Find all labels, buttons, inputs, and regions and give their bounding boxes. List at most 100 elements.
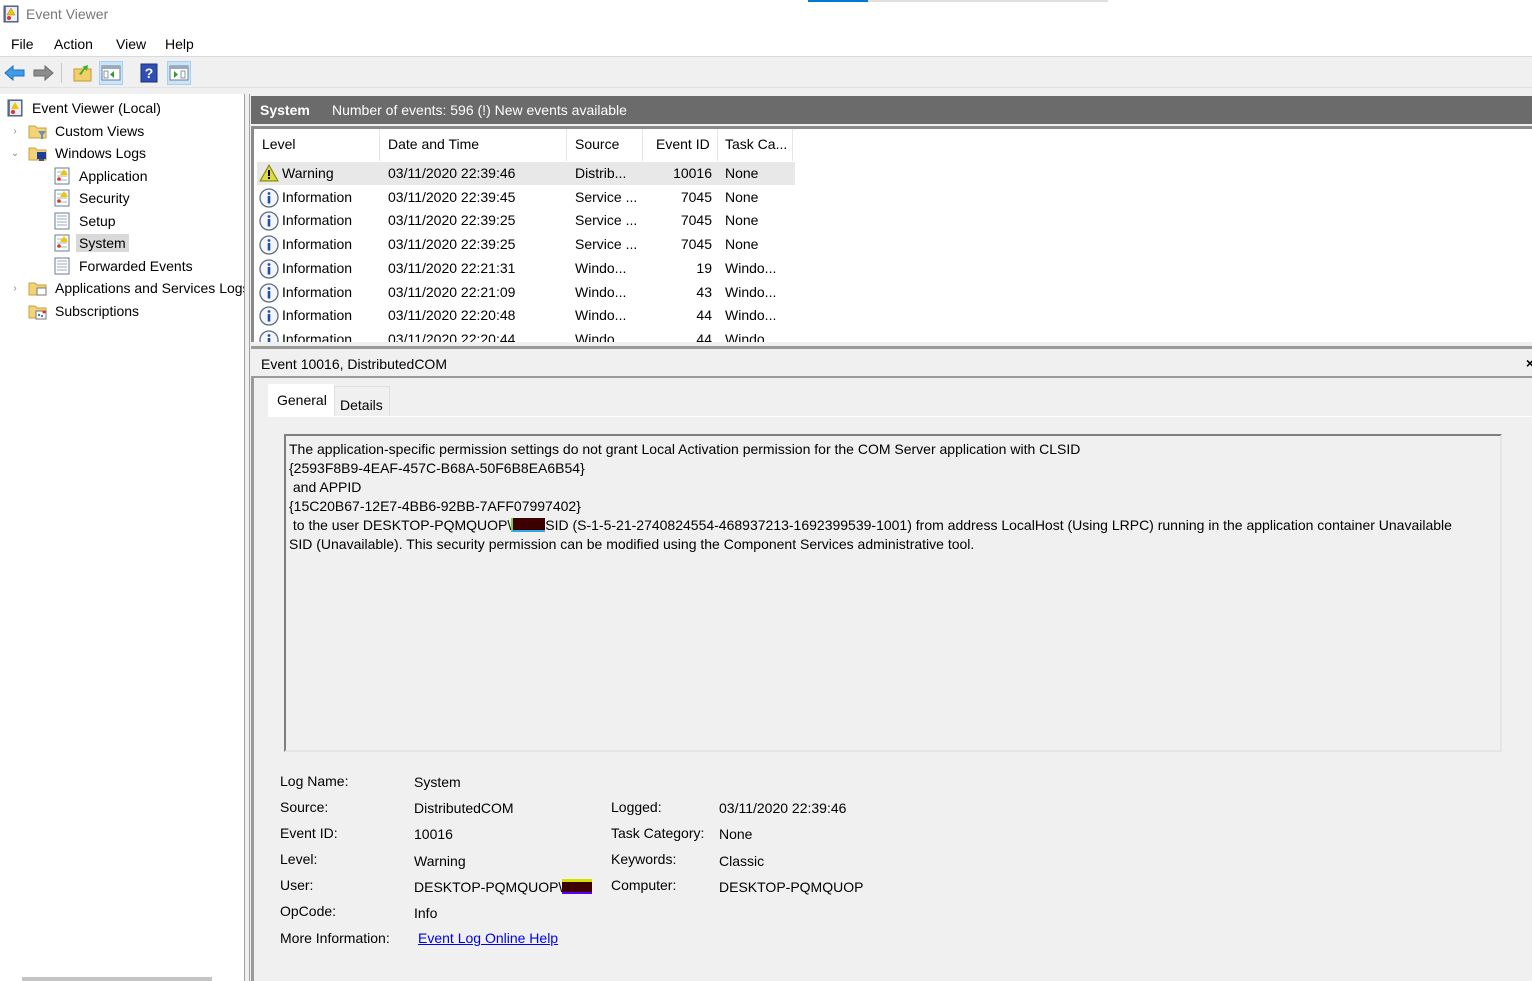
logged-label: Logged:: [611, 799, 662, 815]
column-header-task-category[interactable]: Task Ca...: [725, 136, 787, 152]
tree-item-event-viewer-local[interactable]: Event Viewer (Local): [6, 97, 164, 119]
back-button[interactable]: [3, 61, 27, 85]
tree-item-subscriptions[interactable]: Subscriptions: [10, 300, 142, 322]
open-saved-log-button[interactable]: [71, 61, 95, 85]
event-task-category: Windo...: [725, 330, 777, 342]
menu-help[interactable]: Help: [165, 36, 194, 52]
tree-item-setup[interactable]: Setup: [53, 210, 119, 232]
tree-item-label: Windows Logs: [55, 145, 147, 161]
custom-views-folder-icon: [28, 125, 47, 139]
event-row[interactable]: Information 03/11/2020 22:20:48 Windo... 44…: [257, 304, 795, 327]
event-level: Information: [282, 212, 353, 229]
event-row[interactable]: Information 03/11/2020 22:21:31 Windo... 19…: [257, 257, 795, 280]
column-header-event-id[interactable]: Event ID: [656, 136, 710, 152]
event-row[interactable]: Warning 03/11/2020 22:39:46 Distrib... 1001…: [257, 162, 795, 185]
event-detail-title: Event 10016, DistributedCOM: [261, 356, 447, 372]
information-icon: [259, 282, 279, 303]
event-id: 7045: [680, 236, 712, 253]
menu-view[interactable]: View: [116, 36, 146, 52]
event-level: Information: [282, 283, 353, 300]
expand-chevron-icon[interactable]: ›: [10, 126, 20, 137]
pane-splitter[interactable]: [246, 94, 250, 981]
redacted-username: [511, 518, 546, 532]
forward-button[interactable]: [31, 61, 55, 85]
expand-chevron-icon[interactable]: ›: [10, 283, 20, 294]
source-value: DistributedCOM: [414, 800, 514, 816]
subscriptions-folder-icon: [28, 305, 47, 320]
event-viewer-icon: [7, 99, 23, 117]
tree-item-security[interactable]: Security: [53, 187, 133, 209]
tree-item-application[interactable]: Application: [53, 165, 151, 187]
event-date-time: 03/11/2020 22:39:46: [388, 165, 516, 181]
event-list: Level Date and Time Source Event ID Task…: [251, 126, 1532, 342]
tree-horizontal-scrollbar[interactable]: [22, 977, 212, 981]
tree-item-windows-logs[interactable]: ⌄ Windows Logs: [10, 142, 149, 164]
event-id: 7045: [680, 188, 712, 205]
show-hide-console-tree-button[interactable]: [99, 61, 123, 85]
column-divider[interactable]: [717, 129, 718, 161]
description-user-suffix: SID (S-1-5-21-2740824554-468937213-16923…: [545, 517, 1452, 533]
column-divider[interactable]: [792, 129, 793, 161]
event-id: 10016: [673, 165, 712, 181]
event-source: Distrib...: [575, 165, 627, 181]
log-name-label: Log Name:: [280, 773, 349, 789]
event-date-time: 03/11/2020 22:39:45: [388, 188, 516, 205]
tree-item-label: Forwarded Events: [79, 258, 193, 274]
toolbar-separator: [61, 63, 62, 83]
column-divider[interactable]: [642, 129, 643, 161]
column-header-date-time[interactable]: Date and Time: [388, 136, 479, 152]
log-icon: [54, 257, 70, 275]
event-source: Windo...: [575, 283, 627, 300]
show-hide-action-pane-button[interactable]: [167, 61, 191, 85]
tree-item-label: System: [76, 234, 129, 252]
event-description[interactable]: The application-specific permission sett…: [284, 434, 1502, 752]
event-viewer-app-icon: [3, 5, 19, 23]
event-row[interactable]: Information 03/11/2020 22:39:25 Service ..…: [257, 233, 795, 256]
event-count-status: Number of events: 596 (!) New events ava…: [332, 102, 627, 118]
tree-item-system[interactable]: System: [50, 232, 129, 254]
event-row[interactable]: Information 03/11/2020 22:20:44 Windo... 44…: [257, 328, 795, 342]
event-row[interactable]: Information 03/11/2020 22:39:25 Service ..…: [257, 209, 795, 232]
event-level: Information: [282, 330, 353, 342]
tree-item-label: Application: [79, 168, 148, 184]
description-line: and APPID: [289, 479, 362, 495]
tree-item-forwarded-events[interactable]: Forwarded Events: [53, 255, 196, 277]
event-date-time: 03/11/2020 22:21:09: [388, 283, 516, 300]
event-row[interactable]: Information 03/11/2020 22:21:09 Windo... 43…: [257, 281, 795, 304]
help-button[interactable]: ?: [137, 61, 161, 85]
log-warning-icon: [54, 167, 70, 185]
computer-value: DESKTOP-PQMQUOP: [719, 879, 864, 895]
tree-item-applications-and-services-logs[interactable]: › Applications and Services Logs: [10, 277, 244, 299]
collapse-chevron-icon[interactable]: ⌄: [10, 148, 20, 159]
column-divider[interactable]: [566, 129, 567, 161]
description-line: SID (Unavailable). This security permiss…: [289, 536, 975, 552]
event-row[interactable]: Information 03/11/2020 22:39:45 Service ..…: [257, 186, 795, 209]
information-icon: [259, 211, 279, 232]
tree-item-label: Security: [79, 190, 130, 206]
tree-item-label: Setup: [79, 213, 116, 229]
open-folder-icon: [73, 65, 92, 82]
event-log-online-help-link[interactable]: Event Log Online Help: [418, 930, 558, 946]
tab-general[interactable]: General: [268, 384, 334, 416]
event-id-value: 10016: [414, 826, 453, 842]
log-icon: [54, 212, 70, 230]
event-level: Information: [282, 188, 353, 205]
tab-details[interactable]: Details: [334, 386, 390, 416]
event-detail-header: Event 10016, DistributedCOM ×: [251, 346, 1532, 378]
user-value-text: DESKTOP-PQMQUOP\: [414, 879, 563, 895]
help-icon: ?: [140, 63, 158, 83]
menu-action[interactable]: Action: [54, 36, 93, 52]
event-task-category: None: [725, 165, 759, 181]
column-header-source[interactable]: Source: [575, 136, 619, 152]
keywords-value: Classic: [719, 853, 765, 869]
user-label: User:: [280, 877, 314, 893]
column-header-level[interactable]: Level: [262, 136, 295, 152]
event-level: Information: [282, 307, 353, 324]
tree-item-custom-views[interactable]: › Custom Views: [10, 120, 147, 142]
event-date-time: 03/11/2020 22:21:31: [388, 259, 516, 276]
level-value: Warning: [414, 853, 466, 869]
column-divider[interactable]: [379, 129, 380, 161]
close-icon[interactable]: ×: [1526, 355, 1532, 371]
information-icon: [259, 330, 279, 342]
menu-file[interactable]: File: [11, 36, 34, 52]
